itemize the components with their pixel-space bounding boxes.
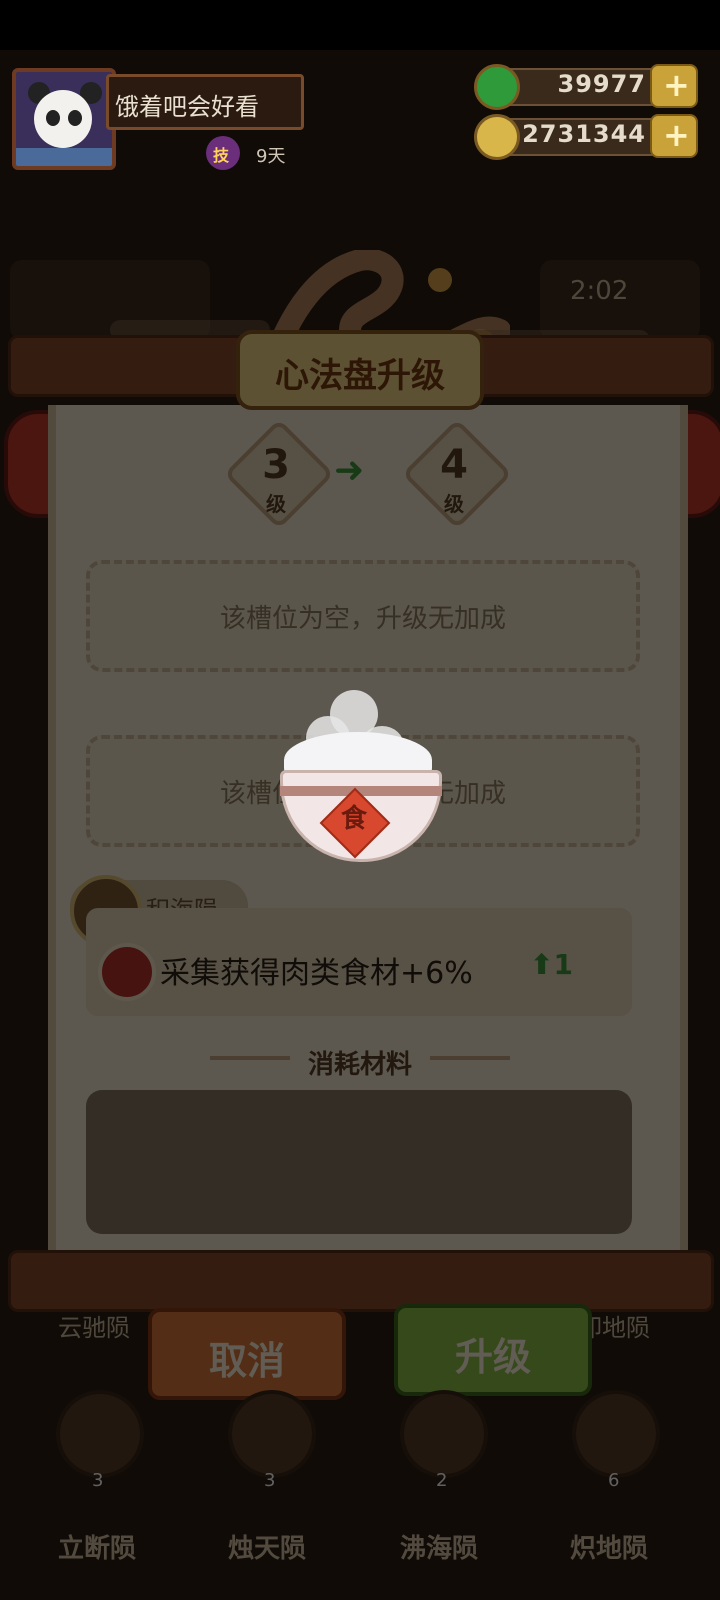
jade-icon <box>474 64 520 110</box>
materials-divider-right <box>430 1056 510 1060</box>
level-to-unit: 级 <box>444 492 464 516</box>
bottom-item-3-count: 2 <box>436 1470 448 1491</box>
add-coins-button[interactable]: + <box>650 114 698 158</box>
jade-value: 39977 <box>557 70 646 98</box>
bg-item-label-left: 云驰陨 <box>58 1314 130 1342</box>
level-to-number: 4 <box>440 442 468 488</box>
player-name-box: 饿着吧会好看 <box>106 74 304 130</box>
bottom-item-1[interactable] <box>56 1390 144 1478</box>
coin-currency: 2731344 + <box>474 114 698 160</box>
bottom-item-2-count: 3 <box>264 1470 276 1491</box>
stat-increase-value: 1 <box>553 948 573 981</box>
bg-right-panel: 2:02 <box>540 260 700 340</box>
materials-title: 消耗材料 <box>307 1050 412 1080</box>
skill-badge-icon[interactable]: 技 <box>206 136 240 170</box>
upgrade-button[interactable]: 升级 <box>394 1304 592 1396</box>
level-from-number: 3 <box>262 442 290 488</box>
meat-icon <box>98 943 156 1001</box>
avatar[interactable] <box>12 68 116 170</box>
stat-text: 采集获得肉类食材+6% <box>160 956 473 991</box>
bottom-item-1-label: 立断陨 <box>58 1534 137 1564</box>
stat-increase: ⬆1 <box>530 948 573 981</box>
player-name: 饿着吧会好看 <box>115 93 259 121</box>
bottom-item-4[interactable] <box>572 1390 660 1478</box>
upgrade-button-label: 升级 <box>454 1335 531 1379</box>
dialog-title-plate: 心法盘升级 <box>236 330 484 410</box>
bottom-item-2-label: 烛天陨 <box>228 1534 307 1564</box>
cancel-button[interactable]: 取消 <box>148 1308 346 1400</box>
coin-icon <box>474 114 520 160</box>
skill-badge-text: 技 <box>213 146 230 165</box>
dialog-title: 心法盘升级 <box>275 356 445 396</box>
bottom-item-3[interactable] <box>400 1390 488 1478</box>
materials-box <box>86 1090 632 1234</box>
days-count: 9天 <box>256 146 286 167</box>
level-arrow-icon: ➜ <box>334 450 365 491</box>
add-jade-button[interactable]: + <box>650 64 698 108</box>
bottom-item-1-count: 3 <box>92 1470 104 1491</box>
bg-right-value: 2:02 <box>570 276 629 306</box>
bottom-item-3-label: 沸海陨 <box>400 1534 479 1564</box>
cancel-button-label: 取消 <box>208 1339 285 1383</box>
bowl-label: 食 <box>340 804 367 834</box>
bottom-item-4-label: 炽地陨 <box>570 1534 649 1564</box>
level-from-unit: 级 <box>266 492 286 516</box>
scroll-bottom-rod <box>8 1250 714 1312</box>
empty-slot-1[interactable]: 该槽位为空，升级无加成 <box>86 560 640 672</box>
empty-slot-1-text: 该槽位为空，升级无加成 <box>219 604 506 634</box>
jade-currency: 39977 + <box>474 64 698 110</box>
bottom-item-2[interactable] <box>228 1390 316 1478</box>
coin-value: 2731344 <box>522 120 646 148</box>
bottom-item-4-count: 6 <box>608 1470 620 1491</box>
loading-bowl: 食 <box>280 690 442 870</box>
